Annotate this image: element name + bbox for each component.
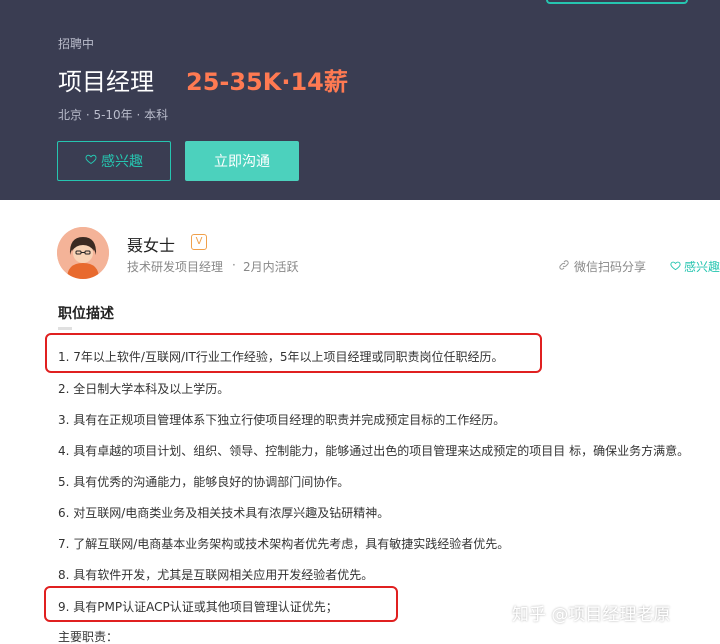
wechat-share-link[interactable]: 微信扫码分享 bbox=[558, 258, 646, 275]
heart-icon bbox=[670, 260, 681, 274]
requirement-item: 6. 对互联网/电商类业务及相关技术具有浓厚兴趣及钻研精神。 bbox=[58, 506, 390, 520]
requirement-item: 4. 具有卓越的项目计划、组织、领导、控制能力，能够通过出色的项目管理来达成预定… bbox=[58, 444, 690, 458]
recruiter-name: 聂女士 bbox=[127, 236, 176, 255]
requirement-item: 3. 具有在正规项目管理体系下独立行使项目经理的职责并完成预定目标的工作经历。 bbox=[58, 413, 506, 427]
interest-link[interactable]: 感兴趣 bbox=[670, 258, 720, 275]
requirement-item: 8. 具有软件开发，尤其是互联网相关应用开发经验者优先。 bbox=[58, 568, 374, 582]
recruiter-activity: 2月内活跃 bbox=[243, 260, 299, 274]
duties-title: 主要职责： bbox=[58, 630, 119, 644]
wechat-share-label: 微信扫码分享 bbox=[574, 260, 647, 274]
link-icon bbox=[558, 259, 570, 274]
job-title: 项目经理 bbox=[58, 68, 154, 96]
heart-icon bbox=[85, 153, 97, 169]
job-status: 招聘中 bbox=[58, 37, 95, 51]
section-divider bbox=[58, 327, 72, 330]
chat-now-button-label: 立即沟通 bbox=[214, 154, 270, 170]
interest-button-label: 感兴趣 bbox=[101, 154, 143, 170]
watermark: 知乎 @项目经理老原 bbox=[512, 605, 671, 625]
top-action-button[interactable] bbox=[546, 0, 688, 4]
separator-dot: · bbox=[232, 258, 236, 272]
recruiter-title: 技术研发项目经理 bbox=[127, 260, 224, 274]
requirement-item: 5. 具有优秀的沟通能力，能够良好的协调部门间协作。 bbox=[58, 475, 350, 489]
job-header: 招聘中 项目经理 25-35K·14薪 北京 · 5-10年 · 本科 感兴趣 … bbox=[0, 0, 720, 200]
highlight-box bbox=[45, 333, 542, 373]
recruiter-avatar bbox=[57, 227, 109, 279]
interest-button[interactable]: 感兴趣 bbox=[57, 141, 171, 181]
highlight-box bbox=[44, 586, 398, 622]
chat-now-button[interactable]: 立即沟通 bbox=[185, 141, 299, 181]
job-meta: 北京 · 5-10年 · 本科 bbox=[58, 108, 169, 122]
job-salary: 25-35K·14薪 bbox=[186, 68, 348, 96]
interest-link-label: 感兴趣 bbox=[684, 260, 720, 274]
requirement-item: 2. 全日制大学本科及以上学历。 bbox=[58, 382, 230, 396]
requirement-item: 7. 了解互联网/电商基本业务架构或技术架构者优先考虑，具有敏捷实践经验者优先。 bbox=[58, 537, 510, 551]
section-title: 职位描述 bbox=[58, 306, 114, 322]
verified-badge-icon: V bbox=[191, 234, 207, 250]
